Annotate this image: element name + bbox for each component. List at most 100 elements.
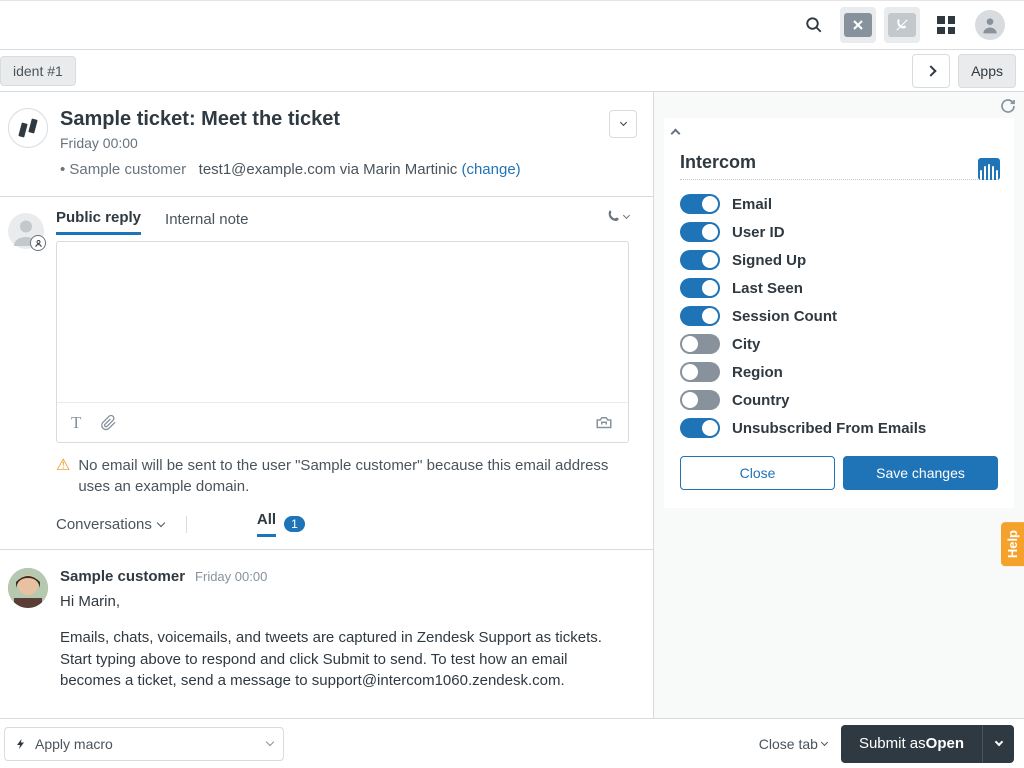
email-warning: ⚠ No email will be sent to the user "Sam… — [56, 455, 629, 497]
change-requester-link[interactable]: (change) — [461, 161, 520, 178]
intercom-app-card: Intercom Email User ID Signed Up Last Seen S… — [664, 118, 1014, 508]
message-author: Sample customer — [60, 568, 185, 585]
attachment-button[interactable] — [101, 414, 117, 432]
submit-status-dropdown[interactable] — [982, 725, 1014, 763]
conversation-count-badge: 1 — [284, 516, 305, 532]
toggle-row: Last Seen — [680, 274, 998, 302]
global-topbar — [0, 0, 1024, 50]
requester-name: • Sample customer — [60, 161, 186, 178]
toggle-switch[interactable] — [680, 334, 720, 354]
search-icon — [805, 16, 823, 34]
collapse-app-button[interactable] — [672, 124, 679, 142]
refresh-apps-button[interactable] — [1000, 98, 1016, 114]
ticket-timestamp: Friday 00:00 — [60, 135, 521, 151]
submit-prefix: Submit as — [859, 735, 926, 752]
brand-avatar — [8, 108, 48, 148]
toggle-switch[interactable] — [680, 222, 720, 242]
grid-icon — [937, 16, 955, 34]
message-time: Friday 00:00 — [195, 569, 267, 584]
expand-next-button[interactable] — [912, 54, 950, 88]
toggle-switch[interactable] — [680, 194, 720, 214]
ticket-tab[interactable]: ident #1 — [0, 56, 76, 86]
ticket-main-column: Sample ticket: Meet the ticket Friday 00… — [0, 92, 654, 718]
tab-public-reply[interactable]: Public reply — [56, 209, 141, 235]
toggle-row: Unsubscribed From Emails — [680, 414, 998, 442]
agent-avatar — [8, 213, 44, 249]
toggle-label: Signed Up — [732, 252, 806, 269]
chevron-down-icon — [623, 212, 630, 219]
apply-macro-dropdown[interactable]: Apply macro — [4, 727, 284, 761]
warning-icon: ⚠ — [56, 455, 70, 477]
conversations-dropdown[interactable]: Conversations — [56, 516, 187, 533]
toggle-label: Last Seen — [732, 280, 803, 297]
ticket-requester-line: • Sample customer test1@example.com via … — [60, 161, 521, 178]
close-tab-dropdown[interactable]: Close tab — [759, 736, 827, 752]
ticket-title: Sample ticket: Meet the ticket — [60, 108, 521, 131]
apps-button[interactable]: Apps — [958, 54, 1016, 88]
lightning-icon — [15, 737, 27, 751]
toggle-label: Email — [732, 196, 772, 213]
reply-textarea[interactable] — [57, 242, 628, 402]
close-tab-label: Close tab — [759, 736, 818, 752]
chevron-up-icon — [671, 129, 681, 139]
toggle-row: Signed Up — [680, 246, 998, 274]
integration-button[interactable] — [594, 414, 614, 432]
chevron-down-icon — [157, 518, 165, 526]
toggle-row: City — [680, 330, 998, 358]
talk-button[interactable] — [884, 7, 920, 43]
apply-macro-label: Apply macro — [35, 736, 113, 752]
reply-composer: T — [56, 241, 629, 443]
profile-button[interactable] — [972, 7, 1008, 43]
toggle-row: User ID — [680, 218, 998, 246]
tab-all[interactable]: All — [257, 511, 276, 537]
close-button[interactable]: Close — [680, 456, 835, 490]
toggle-switch[interactable] — [680, 418, 720, 438]
submit-button-group: Submit as Open — [841, 725, 1014, 763]
chevron-right-icon — [925, 65, 936, 76]
app-title: Intercom — [680, 152, 998, 173]
conversations-label: Conversations — [56, 516, 152, 533]
toggle-switch[interactable] — [680, 362, 720, 382]
products-button[interactable] — [928, 7, 964, 43]
search-button[interactable] — [796, 7, 832, 43]
toggle-label: User ID — [732, 224, 785, 241]
workspace-body: Sample ticket: Meet the ticket Friday 00… — [0, 92, 1024, 718]
ticket-footer: Apply macro Close tab Submit as Open — [0, 718, 1024, 768]
toggle-list: EmailUser IDSigned UpLast SeenSession Co… — [680, 190, 998, 442]
divider — [680, 179, 998, 180]
toggle-switch[interactable] — [680, 390, 720, 410]
composer-toolbar: T — [57, 402, 628, 442]
chevron-down-icon — [994, 738, 1002, 746]
save-changes-button[interactable]: Save changes — [843, 456, 998, 490]
reply-channel-phone[interactable] — [606, 209, 629, 225]
submit-button[interactable]: Submit as Open — [841, 725, 982, 763]
message-body: Emails, chats, voicemails, and tweets ar… — [60, 627, 629, 692]
refresh-icon — [1000, 98, 1016, 114]
ticket-header: Sample ticket: Meet the ticket Friday 00… — [0, 92, 653, 197]
chevron-down-icon — [266, 738, 274, 746]
phone-icon — [606, 209, 622, 225]
messaging-button[interactable] — [840, 7, 876, 43]
message-greeting: Hi Marin, — [60, 591, 629, 613]
phone-strike-icon — [888, 13, 916, 37]
toggle-label: Unsubscribed From Emails — [732, 420, 926, 437]
email-warning-text: No email will be sent to the user "Sampl… — [78, 455, 629, 497]
toggle-row: Email — [680, 190, 998, 218]
workspace-tabbar: ident #1 Apps — [0, 50, 1024, 92]
reply-section: Public reply Internal note T — [0, 197, 653, 550]
format-text-button[interactable]: T — [71, 413, 81, 433]
ticket-via: test1@example.com via Marin Martinic — [199, 161, 458, 178]
toggle-switch[interactable] — [680, 278, 720, 298]
toggle-label: Region — [732, 364, 783, 381]
submit-status: Open — [926, 735, 964, 752]
ticket-more-button[interactable] — [609, 110, 637, 138]
chevron-down-icon — [619, 119, 626, 126]
help-tab[interactable]: Help — [1001, 522, 1024, 566]
toggle-row: Region — [680, 358, 998, 386]
toggle-row: Country — [680, 386, 998, 414]
toggle-label: Country — [732, 392, 790, 409]
tab-internal-note[interactable]: Internal note — [165, 211, 248, 234]
toggle-switch[interactable] — [680, 306, 720, 326]
toggle-switch[interactable] — [680, 250, 720, 270]
toggle-label: City — [732, 336, 760, 353]
